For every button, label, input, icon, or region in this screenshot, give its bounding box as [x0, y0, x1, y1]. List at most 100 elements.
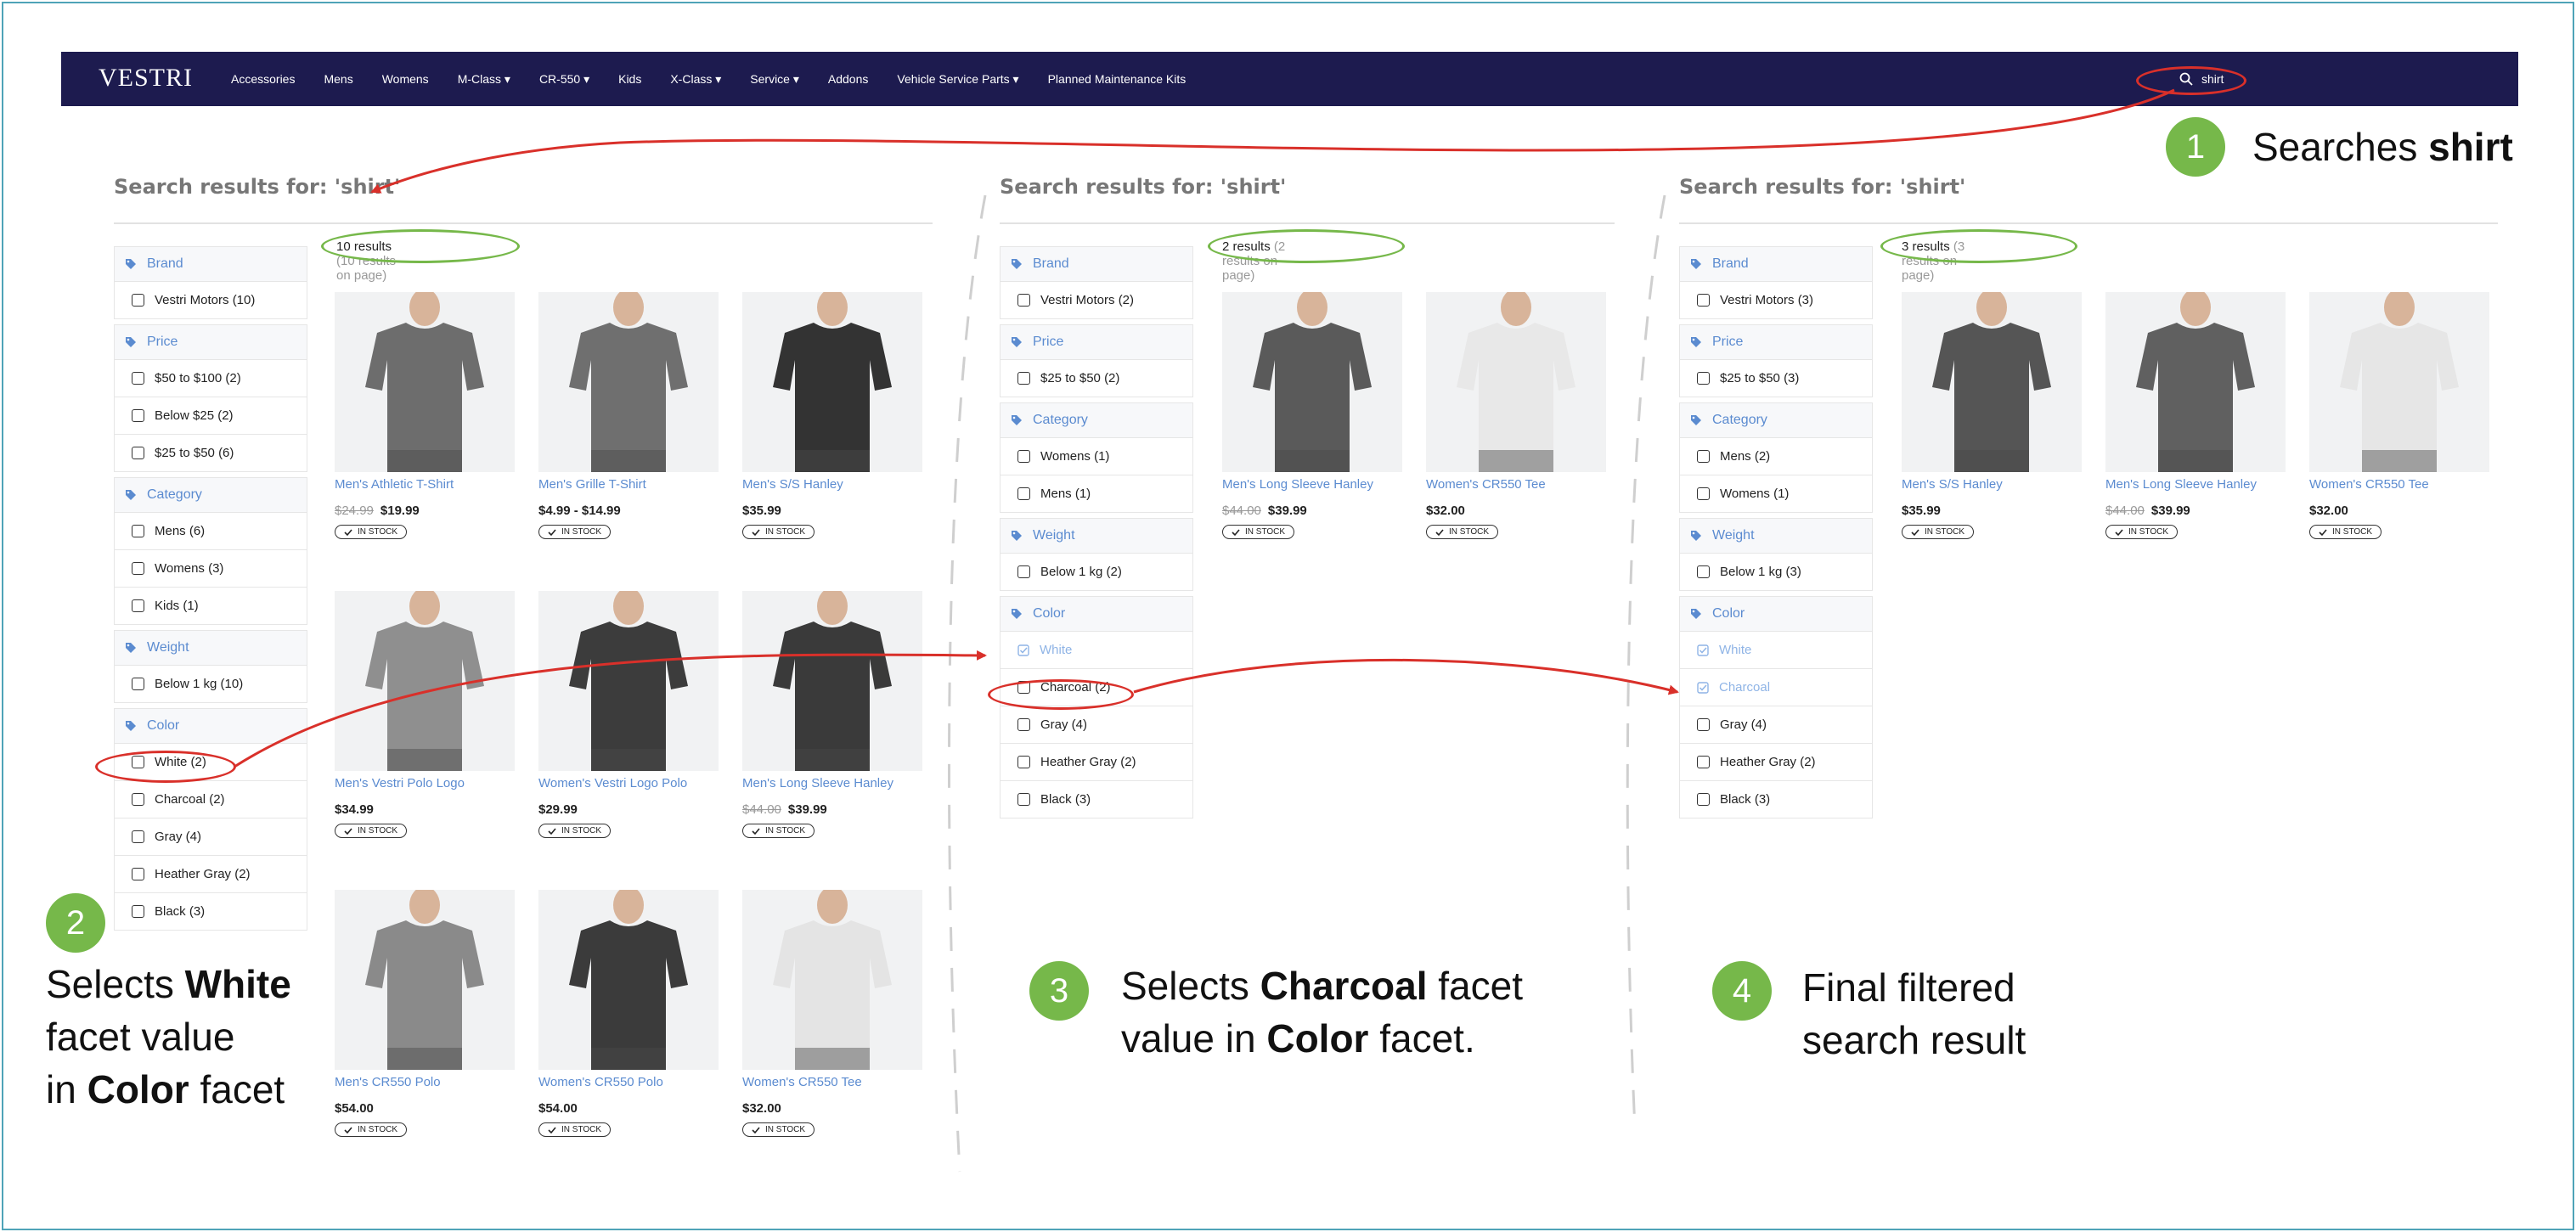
- product-card[interactable]: Women's Vestri Logo Polo $29.99 IN STOCK: [538, 591, 719, 840]
- facet-option-selected[interactable]: White: [1679, 632, 1873, 669]
- product-card[interactable]: Men's Long Sleeve Hanley $44.00 $39.99 IN S…: [742, 591, 922, 840]
- product-card[interactable]: Men's CR550 Polo $54.00 IN STOCK: [335, 890, 515, 1139]
- facet-option[interactable]: $50 to $100 (2): [114, 360, 307, 397]
- facet-option[interactable]: $25 to $50 (6): [114, 435, 307, 472]
- facet-checkbox[interactable]: [1697, 372, 1710, 385]
- product-image[interactable]: [538, 292, 719, 472]
- product-name-link[interactable]: Women's CR550 Tee: [742, 1075, 922, 1089]
- menu-item-womens[interactable]: Womens: [382, 72, 429, 86]
- facet-option[interactable]: Kids (1): [114, 588, 307, 625]
- facet-header-weight[interactable]: Weight: [1000, 518, 1193, 554]
- facet-option[interactable]: Gray (4): [114, 819, 307, 856]
- facet-header-brand[interactable]: Brand: [1000, 246, 1193, 282]
- menu-item-service[interactable]: Service ▾: [750, 72, 799, 87]
- facet-header-color[interactable]: Color: [1000, 596, 1193, 632]
- facet-checkbox[interactable]: [132, 447, 144, 459]
- facet-option[interactable]: Vestri Motors (2): [1000, 282, 1193, 319]
- facet-option[interactable]: Womens (3): [114, 550, 307, 588]
- facet-option[interactable]: Mens (2): [1679, 438, 1873, 475]
- facet-checkbox[interactable]: [132, 793, 144, 806]
- facet-option[interactable]: Heather Gray (2): [1000, 744, 1193, 781]
- product-image[interactable]: [1902, 292, 2082, 472]
- menu-item-cr-550[interactable]: CR-550 ▾: [539, 72, 589, 87]
- facet-checkbox[interactable]: [132, 830, 144, 843]
- facet-header-price[interactable]: Price: [114, 324, 307, 360]
- facet-option[interactable]: Womens (1): [1679, 475, 1873, 513]
- product-card[interactable]: Men's S/S Hanley $35.99 IN STOCK: [1902, 292, 2082, 541]
- menu-item-planned-maintenance-kits[interactable]: Planned Maintenance Kits: [1048, 72, 1187, 86]
- product-image[interactable]: [335, 292, 515, 472]
- product-name-link[interactable]: Men's Vestri Polo Logo: [335, 776, 515, 790]
- facet-option[interactable]: Mens (6): [114, 513, 307, 550]
- product-name-link[interactable]: Men's S/S Hanley: [742, 477, 922, 492]
- facet-option[interactable]: Vestri Motors (10): [114, 282, 307, 319]
- product-card[interactable]: Women's CR550 Tee $32.00 IN STOCK: [1426, 292, 1606, 541]
- product-name-link[interactable]: Men's S/S Hanley: [1902, 477, 2082, 492]
- product-image[interactable]: [742, 292, 922, 472]
- facet-option[interactable]: Charcoal (2): [114, 781, 307, 819]
- product-name-link[interactable]: Men's Long Sleeve Hanley: [2105, 477, 2286, 492]
- facet-header-category[interactable]: Category: [1000, 402, 1193, 438]
- facet-checkbox[interactable]: [1697, 450, 1710, 463]
- facet-option[interactable]: Black (3): [1679, 781, 1873, 819]
- facet-checkbox[interactable]: [1697, 487, 1710, 500]
- facet-checkbox[interactable]: [1697, 718, 1710, 731]
- facet-option[interactable]: Below 1 kg (3): [1679, 554, 1873, 591]
- facet-option[interactable]: Heather Gray (2): [114, 856, 307, 893]
- facet-option[interactable]: Below 1 kg (2): [1000, 554, 1193, 591]
- facet-checkbox[interactable]: [1697, 793, 1710, 806]
- facet-header-weight[interactable]: Weight: [114, 630, 307, 666]
- facet-checkbox[interactable]: [1697, 294, 1710, 307]
- facet-checkbox[interactable]: [1017, 756, 1030, 768]
- facet-checkbox[interactable]: [132, 525, 144, 537]
- menu-item-addons[interactable]: Addons: [828, 72, 868, 86]
- facet-checkbox[interactable]: [1017, 294, 1030, 307]
- product-name-link[interactable]: Men's Grille T-Shirt: [538, 477, 719, 492]
- product-image[interactable]: [1426, 292, 1606, 472]
- product-name-link[interactable]: Women's CR550 Tee: [1426, 477, 1606, 492]
- facet-header-price[interactable]: Price: [1000, 324, 1193, 360]
- product-name-link[interactable]: Men's Long Sleeve Hanley: [742, 776, 922, 790]
- product-card[interactable]: Women's CR550 Tee $32.00 IN STOCK: [742, 890, 922, 1139]
- facet-checkbox[interactable]: [1017, 450, 1030, 463]
- facet-option[interactable]: Below $25 (2): [114, 397, 307, 435]
- product-card[interactable]: Men's Vestri Polo Logo $34.99 IN STOCK: [335, 591, 515, 840]
- product-image[interactable]: [742, 591, 922, 771]
- menu-item-accessories[interactable]: Accessories: [231, 72, 295, 86]
- product-name-link[interactable]: Women's Vestri Logo Polo: [538, 776, 719, 790]
- facet-option[interactable]: Gray (4): [1679, 706, 1873, 744]
- facet-checkbox[interactable]: [132, 678, 144, 690]
- facet-header-color[interactable]: Color: [1679, 596, 1873, 632]
- product-card[interactable]: Men's S/S Hanley $35.99 IN STOCK: [742, 292, 922, 541]
- facet-checkbox[interactable]: [132, 562, 144, 575]
- product-card[interactable]: Men's Grille T-Shirt $4.99 - $14.99 IN STO…: [538, 292, 719, 541]
- menu-item-mens[interactable]: Mens: [324, 72, 352, 86]
- facet-option-selected[interactable]: White: [1000, 632, 1193, 669]
- facet-checkbox[interactable]: [132, 409, 144, 422]
- facet-checkbox[interactable]: [132, 599, 144, 612]
- facet-option[interactable]: Black (3): [1000, 781, 1193, 819]
- product-image[interactable]: [538, 591, 719, 771]
- facet-option[interactable]: Womens (1): [1000, 438, 1193, 475]
- facet-header-price[interactable]: Price: [1679, 324, 1873, 360]
- facet-checkbox[interactable]: [1697, 756, 1710, 768]
- facet-checkbox[interactable]: [1017, 565, 1030, 578]
- facet-checkbox[interactable]: [132, 294, 144, 307]
- facet-option[interactable]: Mens (1): [1000, 475, 1193, 513]
- facet-checkbox[interactable]: [132, 868, 144, 880]
- facet-header-weight[interactable]: Weight: [1679, 518, 1873, 554]
- facet-header-color[interactable]: Color: [114, 708, 307, 744]
- menu-item-kids[interactable]: Kids: [618, 72, 641, 86]
- facet-header-brand[interactable]: Brand: [114, 246, 307, 282]
- facet-header-category[interactable]: Category: [114, 477, 307, 513]
- facet-option[interactable]: Vestri Motors (3): [1679, 282, 1873, 319]
- product-image[interactable]: [1222, 292, 1402, 472]
- menu-item-vehicle-service-parts[interactable]: Vehicle Service Parts ▾: [897, 72, 1018, 87]
- product-name-link[interactable]: Men's Athletic T-Shirt: [335, 477, 515, 492]
- facet-option[interactable]: Heather Gray (2): [1679, 744, 1873, 781]
- menu-item-m-class[interactable]: M-Class ▾: [458, 72, 510, 87]
- facet-option-selected[interactable]: Charcoal: [1679, 669, 1873, 706]
- facet-checkbox[interactable]: [1017, 487, 1030, 500]
- product-image[interactable]: [2105, 292, 2286, 472]
- product-card[interactable]: Women's CR550 Tee $32.00 IN STOCK: [2309, 292, 2489, 541]
